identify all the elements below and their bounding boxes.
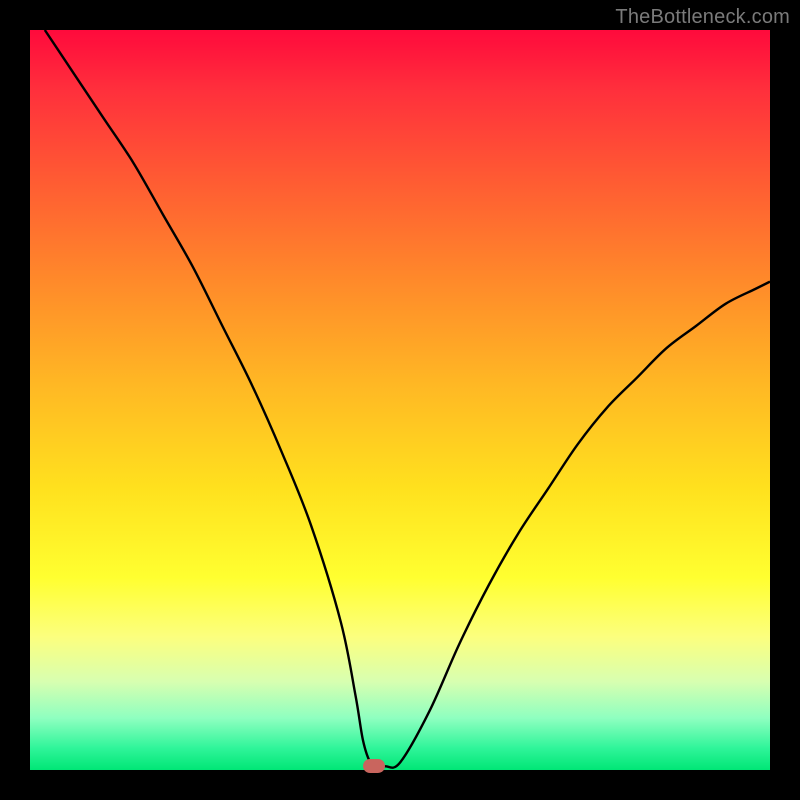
min-marker (363, 759, 385, 773)
bottleneck-curve (30, 30, 770, 770)
plot-area (30, 30, 770, 770)
curve-path (45, 30, 770, 768)
watermark-text: TheBottleneck.com (615, 6, 790, 29)
chart-frame: TheBottleneck.com (0, 0, 800, 800)
